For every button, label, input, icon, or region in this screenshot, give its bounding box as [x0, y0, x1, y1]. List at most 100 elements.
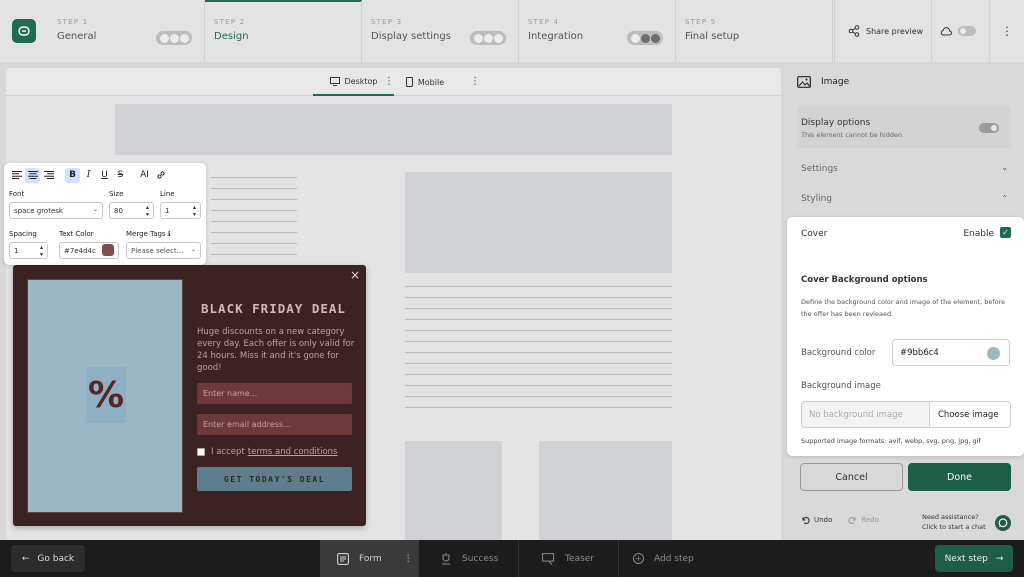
step-display-settings[interactable]: STEP 3 Display settings: [362, 0, 519, 62]
cta-button[interactable]: GET TODAY'S DEAL: [197, 467, 352, 491]
cancel-button[interactable]: Cancel: [800, 463, 903, 491]
mobile-icon: [405, 77, 413, 87]
display-options-section: Display options This element cannot be h…: [797, 106, 1011, 148]
italic-icon[interactable]: I: [81, 168, 96, 183]
tab-desktop-label: Desktop: [344, 76, 378, 86]
form-more-icon[interactable]: ⋮: [404, 554, 413, 564]
step-label: Design: [214, 31, 249, 42]
share-preview-button[interactable]: Share preview: [834, 0, 931, 62]
bg-image-field[interactable]: No background image: [801, 401, 930, 428]
campaign-popup: × % BLACK FRIDAY DEAL Huge discounts on …: [13, 265, 366, 526]
link-icon[interactable]: [153, 168, 168, 183]
terms-prefix: I accept: [211, 447, 245, 457]
next-step-button[interactable]: Next step →: [935, 545, 1013, 572]
spacing-stepper[interactable]: 1 ▴ ▾: [9, 242, 48, 259]
logo-icon[interactable]: [12, 19, 36, 43]
merge-tags-select[interactable]: Please select... ⌄: [126, 242, 201, 259]
choose-image-button[interactable]: Choose image: [929, 401, 1011, 428]
chat-icon[interactable]: [995, 515, 1011, 531]
done-button[interactable]: Done: [908, 463, 1011, 491]
tab-teaser[interactable]: Teaser: [520, 540, 619, 577]
align-left-icon[interactable]: [9, 168, 24, 183]
step-general[interactable]: STEP 1 General: [48, 0, 205, 62]
tab-teaser-label: Teaser: [565, 553, 594, 564]
arrow-right-icon: →: [995, 553, 1004, 564]
add-step-button[interactable]: + Add step: [633, 540, 694, 577]
size-stepper[interactable]: 80 ▴ ▾: [109, 202, 154, 219]
bottom-bar: ← Go back Form ⋮ Success Teaser + Add st…: [0, 540, 1024, 577]
tab-success[interactable]: Success: [420, 540, 519, 577]
share-preview-label: Share preview: [866, 26, 924, 36]
display-toggle[interactable]: [979, 123, 999, 133]
cover-label: Cover: [801, 229, 828, 239]
popup-body[interactable]: Huge discounts on a new category every d…: [197, 326, 357, 374]
enable-label: Enable: [963, 229, 994, 239]
tab-mobile-label: Mobile: [417, 77, 445, 87]
strikethrough-icon[interactable]: S: [113, 168, 128, 183]
add-step-label: Add step: [654, 553, 694, 564]
placeholder-banner: [115, 104, 672, 155]
email-input[interactable]: Enter email address...: [197, 414, 352, 435]
mobile-more-icon[interactable]: ⋮: [470, 76, 480, 87]
step-integration[interactable]: STEP 4 Integration: [519, 0, 676, 62]
desktop-more-icon[interactable]: ⋮: [384, 76, 394, 87]
step-number: STEP 4: [528, 18, 560, 26]
undo-button[interactable]: Undo: [801, 515, 832, 524]
tab-form[interactable]: Form ⋮: [320, 540, 419, 577]
placeholder-line: [405, 308, 672, 309]
ai-icon[interactable]: AI: [137, 168, 152, 183]
step-status-indicator: [627, 31, 663, 45]
popup-title[interactable]: BLACK FRIDAY DEAL: [201, 301, 346, 316]
autosave-toggle[interactable]: [958, 26, 976, 36]
teaser-icon: [542, 552, 555, 565]
arrow-left-icon: ←: [21, 553, 30, 564]
step-final-setup[interactable]: STEP 5 Final setup: [676, 0, 833, 62]
save-status[interactable]: [931, 0, 989, 62]
bold-icon[interactable]: B: [65, 167, 80, 183]
placeholder-block: [539, 441, 672, 540]
placeholder-line: [405, 286, 672, 287]
device-switcher: Desktop ⋮ Mobile ⋮: [6, 68, 781, 96]
info-icon: ℹ: [167, 230, 171, 238]
success-icon: [442, 552, 450, 564]
redo-button[interactable]: Redo: [848, 515, 879, 524]
help-text[interactable]: Need assistance? Click to start a chat: [922, 512, 986, 532]
text-color-value: #7e4d4c: [64, 246, 96, 255]
spacing-label: Spacing: [9, 230, 37, 238]
step-design[interactable]: STEP 2 Design: [205, 0, 362, 62]
text-format-toolbar: B I U S AI Font space grotesk ⌄ Size 80 ▴ ▾…: [4, 163, 206, 265]
check-icon[interactable]: ✓: [1000, 227, 1011, 238]
go-back-button[interactable]: ← Go back: [11, 545, 85, 572]
top-stepper-bar: STEP 1 General STEP 2 Design STEP 3 Disp…: [0, 0, 1024, 62]
underline-icon[interactable]: U: [97, 168, 112, 183]
terms-checkbox[interactable]: [197, 448, 205, 456]
cover-image[interactable]: %: [27, 279, 183, 513]
placeholder-line: [405, 319, 672, 320]
settings-section-label[interactable]: Settings: [801, 164, 838, 174]
close-icon[interactable]: ×: [350, 268, 360, 282]
step-status-indicator: [156, 31, 192, 45]
placeholder-line: [211, 188, 297, 189]
tab-mobile[interactable]: Mobile: [400, 68, 450, 96]
chevron-up-icon[interactable]: ⌃: [1001, 194, 1008, 203]
chevron-down-icon[interactable]: ⌄: [1001, 163, 1008, 172]
placeholder-line: [211, 243, 297, 244]
name-input[interactable]: Enter name...: [197, 383, 352, 404]
help-title: Need assistance?: [922, 513, 979, 521]
align-right-icon[interactable]: [41, 168, 56, 183]
placeholder-line: [405, 341, 672, 342]
line-height-stepper[interactable]: 1 ▴ ▾: [160, 202, 201, 219]
placeholder-line: [211, 232, 297, 233]
bg-color-swatch[interactable]: [987, 347, 1000, 360]
bg-options-title: Cover Background options: [801, 275, 928, 285]
align-center-icon[interactable]: [25, 167, 40, 183]
more-icon[interactable]: ⋮: [989, 0, 1024, 62]
step-status-indicator: [470, 31, 506, 45]
terms-checkbox-row[interactable]: I accept terms and conditions: [197, 447, 337, 457]
logo-cell[interactable]: [0, 0, 48, 62]
text-color-swatch[interactable]: [102, 244, 114, 256]
font-select[interactable]: space grotesk ⌄: [9, 202, 103, 219]
tab-desktop[interactable]: Desktop: [313, 68, 394, 96]
styling-section-label[interactable]: Styling: [801, 194, 832, 204]
terms-link[interactable]: terms and conditions: [248, 447, 338, 457]
